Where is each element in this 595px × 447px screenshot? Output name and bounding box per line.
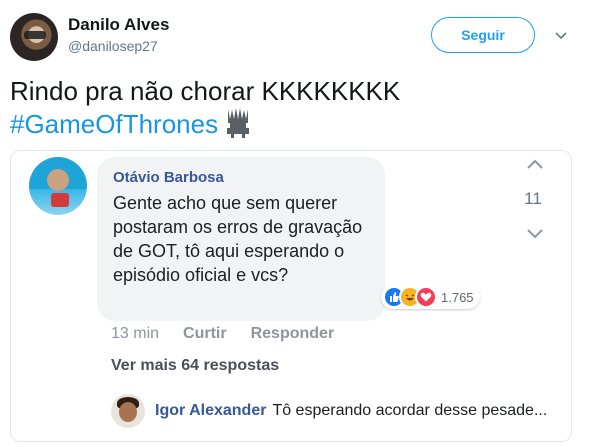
chevron-down-icon[interactable]	[555, 30, 567, 42]
follow-button[interactable]: Seguir	[431, 17, 535, 53]
more-replies-link[interactable]: Ver mais 64 respostas	[111, 357, 279, 375]
reaction-count: 1.765	[441, 289, 474, 305]
commenter-name[interactable]: Otávio Barbosa	[113, 169, 224, 186]
love-icon	[415, 286, 437, 308]
embedded-comment-card: Otávio Barbosa Gente acho que sem querer…	[10, 150, 572, 442]
commenter-avatar[interactable]	[29, 157, 87, 215]
hashtag-link[interactable]: #GameOfThrones	[10, 109, 218, 139]
comment-actions: 13 min Curtir Responder	[111, 325, 358, 343]
author-handle[interactable]: @danilosep27	[68, 38, 158, 54]
iron-throne-icon	[227, 108, 250, 138]
comment-timestamp[interactable]: 13 min	[111, 325, 159, 343]
author-avatar[interactable]	[10, 13, 58, 61]
chevron-up-icon[interactable]	[525, 157, 545, 171]
tweet-text: Rindo pra não chorar KKKKKKKK #GameOfThr…	[10, 76, 400, 140]
tweet-body-text: Rindo pra não chorar KKKKKKKK	[10, 76, 401, 106]
reply-item: Igor Alexander Tô esperando acordar dess…	[111, 393, 547, 429]
reply-button[interactable]: Responder	[251, 325, 335, 343]
comment-text: Gente acho que sem querer postaram os er…	[113, 193, 363, 285]
reply-text: Tô esperando acordar desse pesade...	[272, 402, 548, 419]
reply-avatar[interactable]	[111, 394, 145, 428]
chevron-down-icon[interactable]	[525, 227, 545, 241]
comment-bubble: Otávio Barbosa Gente acho que sem querer…	[97, 157, 385, 321]
tweet-header: Danilo Alves @danilosep27 Seguir	[0, 0, 595, 70]
reactions-summary[interactable]: 1.765	[381, 285, 480, 309]
like-button[interactable]: Curtir	[183, 325, 227, 343]
reply-author-name[interactable]: Igor Alexander	[155, 402, 266, 420]
author-display-name[interactable]: Danilo Alves	[68, 15, 169, 35]
vote-count: 11	[524, 189, 542, 208]
